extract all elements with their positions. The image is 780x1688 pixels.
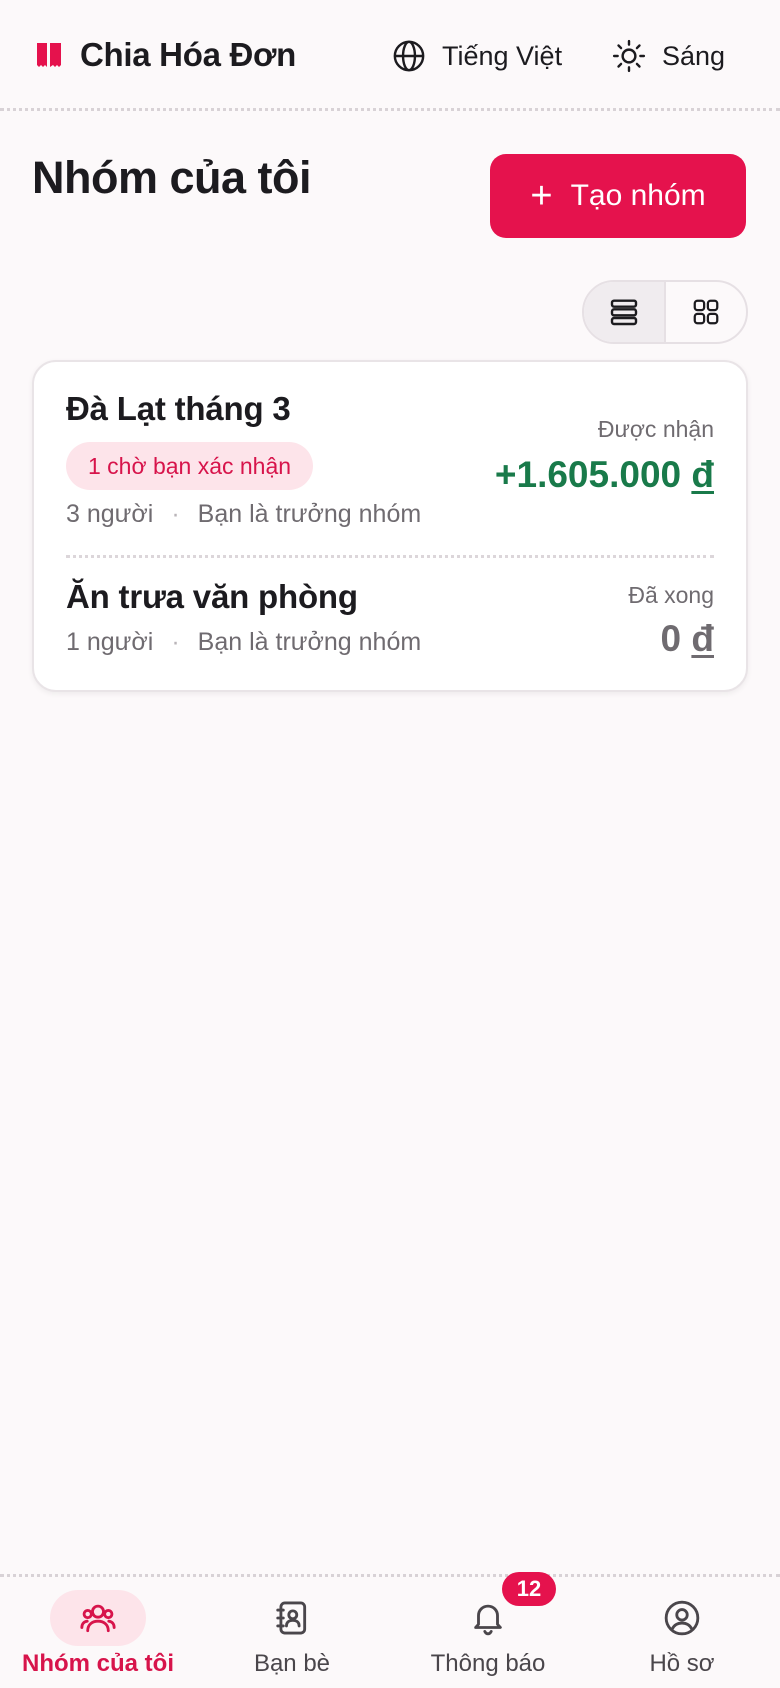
meta-separator: · (171, 628, 180, 656)
nav-item-groups[interactable]: Nhóm của tôi (20, 1576, 176, 1688)
plus-icon: + (530, 175, 553, 217)
nav-item-friends[interactable]: Bạn bè (214, 1576, 370, 1688)
theme-switcher[interactable]: Sáng (612, 36, 725, 76)
amount-value: 0 (660, 618, 682, 659)
nav-item-profile[interactable]: Hồ sơ (604, 1576, 760, 1688)
group-meta: 3 người · Bạn là trưởng nhóm (66, 500, 421, 529)
group-meta: 1 người · Bạn là trưởng nhóm (66, 628, 421, 657)
role-label: Bạn là trưởng nhóm (197, 500, 422, 528)
list-view-icon (610, 299, 638, 326)
language-switcher[interactable]: Tiếng Việt (392, 36, 562, 76)
profile-icon (664, 1600, 700, 1636)
page-title: Nhóm của tôi (32, 152, 312, 203)
group-item[interactable]: Đà Lạt tháng 3 1 chờ bạn xác nhận 3 ngườ… (34, 362, 746, 552)
create-group-label: Tạo nhóm (570, 179, 706, 212)
brand[interactable]: Chia Hóa Đơn (34, 36, 296, 74)
nav-label: Thông báo (430, 1650, 546, 1677)
group-list: Đà Lạt tháng 3 1 chờ bạn xác nhận 3 ngườ… (32, 360, 748, 692)
meta-separator: · (171, 500, 180, 528)
receipt-logo-icon (37, 43, 61, 67)
grid-view-button[interactable] (666, 282, 746, 342)
language-label: Tiếng Việt (442, 40, 563, 71)
sun-icon (612, 39, 646, 73)
amount-value: +1.605.000 (494, 454, 682, 495)
theme-label: Sáng (662, 40, 726, 71)
top-bar: Chia Hóa Đơn Tiếng Việt Sáng (0, 0, 780, 110)
pending-badge: 1 chờ bạn xác nhận (66, 442, 314, 490)
nav-label: Bạn bè (253, 1650, 331, 1677)
member-count: 1 người (66, 628, 154, 656)
globe-icon (393, 40, 425, 72)
currency-symbol: đ (691, 454, 714, 495)
app-title: Chia Hóa Đơn (80, 36, 297, 73)
balance-status: Đã xong (628, 582, 714, 608)
view-toggle (582, 280, 748, 344)
currency-symbol: đ (691, 618, 714, 659)
bell-icon (474, 1604, 502, 1636)
nav-label: Hồ sơ (649, 1650, 715, 1677)
contacts-icon (276, 1601, 307, 1635)
users-icon (80, 1604, 116, 1633)
group-name: Đà Lạt tháng 3 (66, 390, 291, 427)
group-name: Ăn trưa văn phòng (66, 578, 358, 615)
balance-amount: +1.605.000 đ (495, 454, 714, 496)
balance-status: Được nhận (597, 416, 714, 442)
balance-amount: 0 đ (661, 618, 714, 660)
bottom-navigation: Nhóm của tôi Bạn bè Thông báo Hồ sơ (0, 1576, 780, 1688)
nav-label: Nhóm của tôi (21, 1650, 174, 1677)
role-label: Bạn là trưởng nhóm (197, 628, 422, 656)
header-divider (0, 108, 780, 111)
create-group-button[interactable]: + Tạo nhóm (490, 154, 746, 238)
group-item[interactable]: Ăn trưa văn phòng 1 người · Bạn là trưởn… (34, 556, 746, 692)
member-count: 3 người (66, 500, 154, 528)
list-view-button[interactable] (584, 282, 666, 342)
notification-count-badge: 12 (502, 1572, 556, 1606)
grid-view-icon (693, 299, 719, 325)
